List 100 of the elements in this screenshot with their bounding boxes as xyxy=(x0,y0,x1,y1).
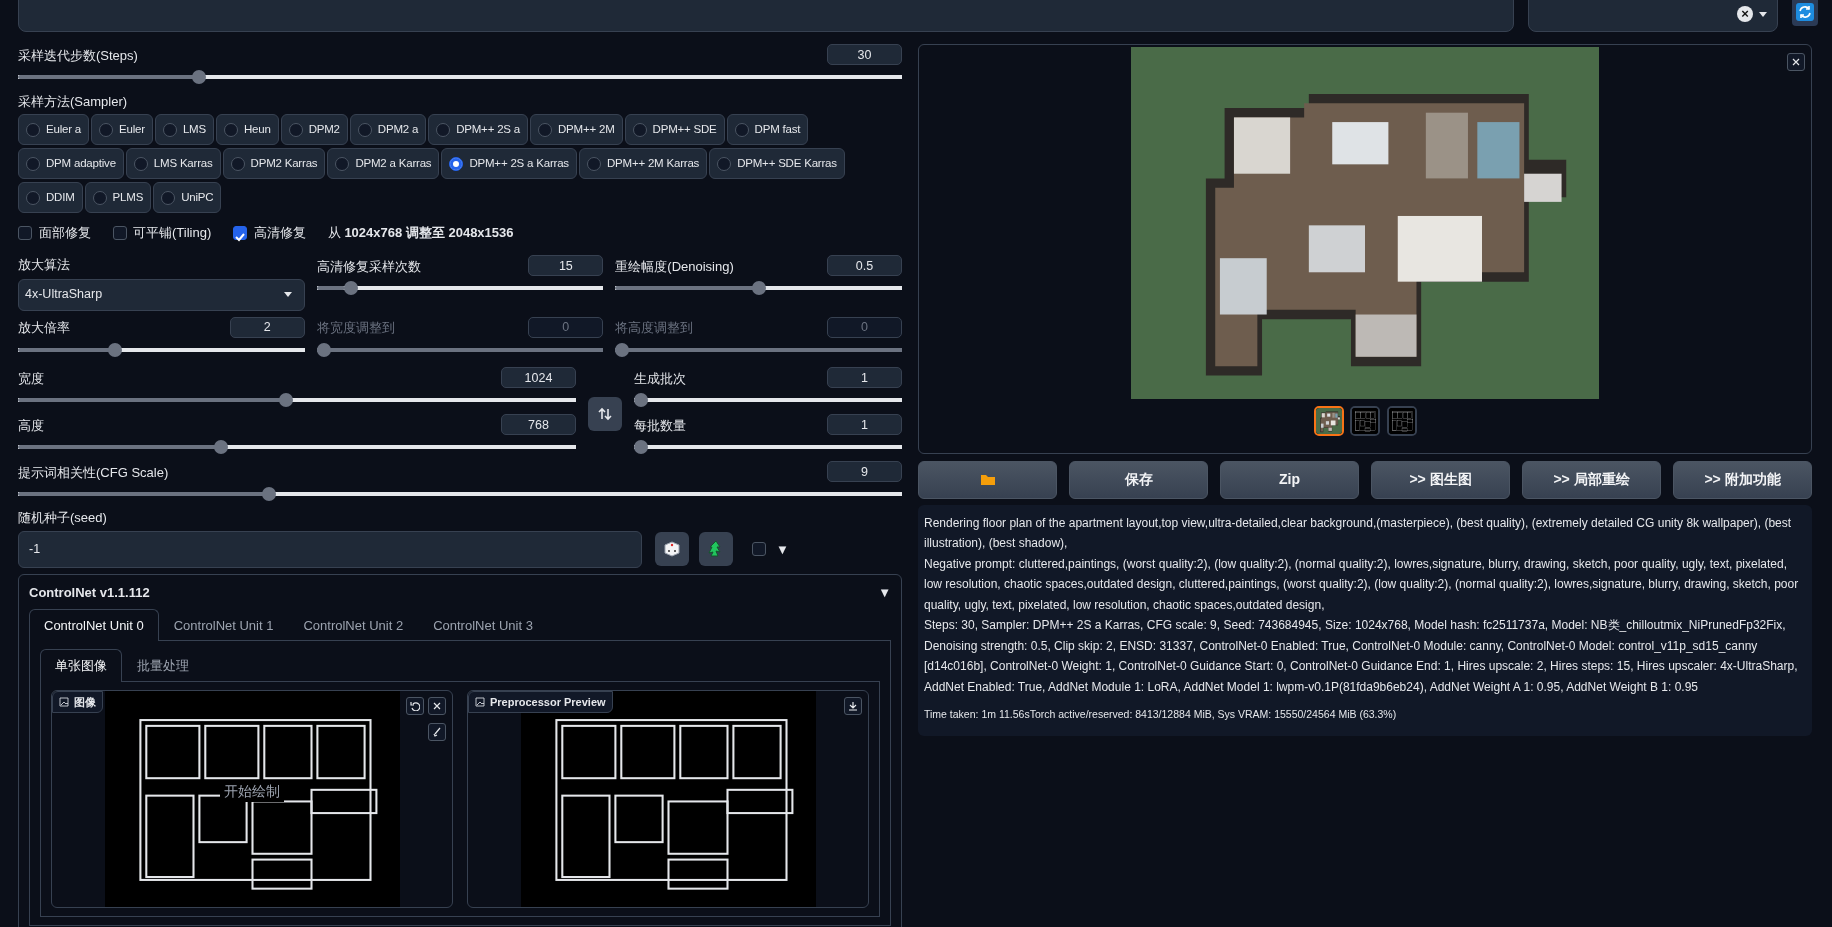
seed-field[interactable]: -1 xyxy=(18,530,642,568)
checkbox-label: 面部修复 xyxy=(38,223,91,242)
number-field[interactable]: 1 xyxy=(827,367,902,388)
radio-option[interactable]: Euler a xyxy=(18,114,90,146)
radio-option[interactable]: LMS xyxy=(154,114,214,146)
panel-label: Preprocessor Preview xyxy=(490,694,606,710)
dropdown-label: 放大算法 xyxy=(18,256,71,275)
toggle-arrow[interactable]: ▼ xyxy=(776,539,789,559)
close-button[interactable] xyxy=(428,696,446,715)
radio-option[interactable]: DDIM xyxy=(18,182,83,214)
number-field[interactable]: 1024 xyxy=(501,367,576,388)
radio-option[interactable]: DPM++ 2S a Karras xyxy=(441,148,577,180)
radio-option[interactable]: PLMS xyxy=(84,182,152,214)
radio-option[interactable]: LMS Karras xyxy=(125,148,221,180)
radio-option[interactable]: DPM++ SDE xyxy=(624,114,725,146)
radio-option[interactable]: DPM adaptive xyxy=(18,148,124,180)
caret-icon xyxy=(1759,11,1767,17)
action-button[interactable]: Zip xyxy=(1220,460,1359,499)
swap-button[interactable] xyxy=(588,397,622,431)
number-field[interactable]: 768 xyxy=(501,414,576,435)
caret-icon xyxy=(283,292,292,298)
info-text: Rendering floor plan of the apartment layout,top view,ultra-detailed,clear background,(masterpiece), (best quality), (extremely detailed CG unity 8k wallpaper), (best illustration), (best shadow), xyxy=(924,514,1793,552)
refresh-button[interactable] xyxy=(1792,0,1818,26)
dice-icon xyxy=(663,540,681,559)
radio-option[interactable]: DPM2 Karras xyxy=(222,148,326,180)
radio-option[interactable]: DPM++ 2M xyxy=(530,114,623,146)
download-button[interactable] xyxy=(844,696,862,715)
slider-handle[interactable] xyxy=(634,440,648,454)
slider-label: 重绘幅度(Denoising) xyxy=(615,257,734,276)
radio-option[interactable]: DPM2 xyxy=(280,114,348,146)
action-button[interactable]: >> 附加功能 xyxy=(1673,460,1812,499)
number-field[interactable]: 9 xyxy=(827,461,902,482)
image-icon xyxy=(59,697,69,707)
dice-button[interactable] xyxy=(655,532,689,567)
styles-dropdown[interactable]: × xyxy=(1528,0,1778,32)
number-field[interactable]: 30 xyxy=(827,44,902,65)
radio-option[interactable]: DPM fast xyxy=(726,114,809,146)
tab[interactable]: ControlNet Unit 3 xyxy=(418,608,548,642)
slider-label: 生成批次 xyxy=(634,369,686,388)
panel-label: 图像 xyxy=(74,694,96,710)
tab[interactable]: ControlNet Unit 1 xyxy=(158,608,289,642)
close-button[interactable] xyxy=(1787,53,1805,71)
slider-label: 高度 xyxy=(18,416,44,435)
section-title: ControlNet v1.1.112 xyxy=(29,583,150,602)
folder-icon xyxy=(979,474,996,487)
info-text: Steps: 30, Sampler: DPM++ 2S a Karras, CFG scale: 9, Seed: 743684945, Size: 1024x768, Model hash: fc2511737a, Model: NB类_chilloutmix_NiPrunedFp32Fix, Denoising strength: 0.5, Clip skip: 2, ENSD: 31337, ControlNet-0 Enabled: True, ControlNet-0 Module: canny, ControlNet-0 Model: control_v11p_sd15_canny [d14c016b], ControlNet-0 Weight: 1, ControlNet-0 Guidance Start: 0, ControlNet-0 Guidance End: 1, Hires upscale: 2, Hires steps: 15, Hires upscaler: 4x-UltraSharp, AddNet Enabled: True, AddNet Module 1: LoRA, AddNet Model 1: lwpm-v0.1P(81fda9b6eb24), AddNet Weight A 1: 0.95, AddNet Weight B 1: 0.95 xyxy=(924,617,1799,696)
slider-handle[interactable] xyxy=(213,440,228,454)
tab[interactable]: 单张图像 xyxy=(40,649,122,682)
slider-handle[interactable] xyxy=(192,70,206,84)
image-icon xyxy=(475,697,485,707)
slider-handle[interactable] xyxy=(343,281,358,296)
resize-note: 从 1024x768 调整至 2048x1536 xyxy=(327,223,514,242)
radio-option[interactable]: Heun xyxy=(215,114,279,146)
number-field[interactable]: 15 xyxy=(528,255,604,277)
action-button[interactable]: >> 局部重绘 xyxy=(1522,460,1661,499)
action-button[interactable]: >> 图生图 xyxy=(1371,460,1510,499)
radio-option[interactable]: DPM2 a Karras xyxy=(327,148,440,180)
slider-label: 每批数量 xyxy=(634,416,686,435)
clear-icon[interactable]: × xyxy=(1737,6,1753,22)
download-icon xyxy=(848,700,858,711)
slider-label: 宽度 xyxy=(18,369,44,388)
checkbox-label: 高清修复 xyxy=(253,223,306,242)
swap-icon xyxy=(598,407,612,421)
slider-label: 采样迭代步数(Steps) xyxy=(18,46,138,65)
slider-handle[interactable] xyxy=(751,281,766,296)
thumbnail-button[interactable] xyxy=(1350,405,1380,436)
radio-option[interactable]: UniPC xyxy=(153,182,222,214)
checkbox[interactable] xyxy=(233,225,248,240)
undo-button[interactable] xyxy=(406,696,424,715)
checkbox[interactable] xyxy=(18,225,32,240)
time-text: Time taken: 1m 11.56sTorch active/reserved: 8413/12884 MiB, Sys VRAM: 15550/24564 MiB (63.3%) xyxy=(924,706,1398,722)
thumbnail-button[interactable] xyxy=(1386,405,1417,436)
folder-button[interactable] xyxy=(918,460,1057,499)
number-field[interactable]: 1 xyxy=(827,414,902,435)
slider-label: 高清修复采样次数 xyxy=(316,257,421,276)
number-field[interactable]: 0.5 xyxy=(827,255,902,277)
radio-option[interactable]: Euler xyxy=(91,114,153,146)
toggle-arrow[interactable]: ▼ xyxy=(878,582,891,603)
prompt-field[interactable] xyxy=(18,0,1514,32)
slider-label: 将宽度调整到 xyxy=(316,319,395,338)
tab[interactable]: ControlNet Unit 0 xyxy=(29,608,159,642)
brush-button[interactable] xyxy=(428,722,446,741)
slider-label: 放大倍率 xyxy=(18,319,70,338)
thumbnail-button[interactable] xyxy=(1313,405,1344,436)
tab[interactable]: ControlNet Unit 2 xyxy=(288,608,419,642)
slider-handle[interactable] xyxy=(261,487,276,501)
radio-option[interactable]: DPM++ SDE Karras xyxy=(709,148,845,180)
number-field[interactable]: 2 xyxy=(229,316,305,338)
checkbox[interactable] xyxy=(752,542,767,557)
slider-handle[interactable] xyxy=(634,393,648,407)
slider-handle[interactable] xyxy=(279,393,294,407)
upscaler-dropdown[interactable]: 4x-UltraSharp xyxy=(18,278,305,311)
slider-label: 提示词相关性(CFG Scale) xyxy=(18,463,169,482)
radio-option[interactable]: DPM2 a xyxy=(349,114,427,146)
slider-handle[interactable] xyxy=(107,342,122,357)
checkbox[interactable] xyxy=(112,225,127,240)
tab[interactable]: 批量处理 xyxy=(122,649,204,682)
action-button[interactable]: 保存 xyxy=(1069,460,1208,499)
radio-option[interactable]: DPM++ 2M Karras xyxy=(578,148,708,180)
radio-option[interactable]: DPM++ 2S a xyxy=(428,114,528,146)
